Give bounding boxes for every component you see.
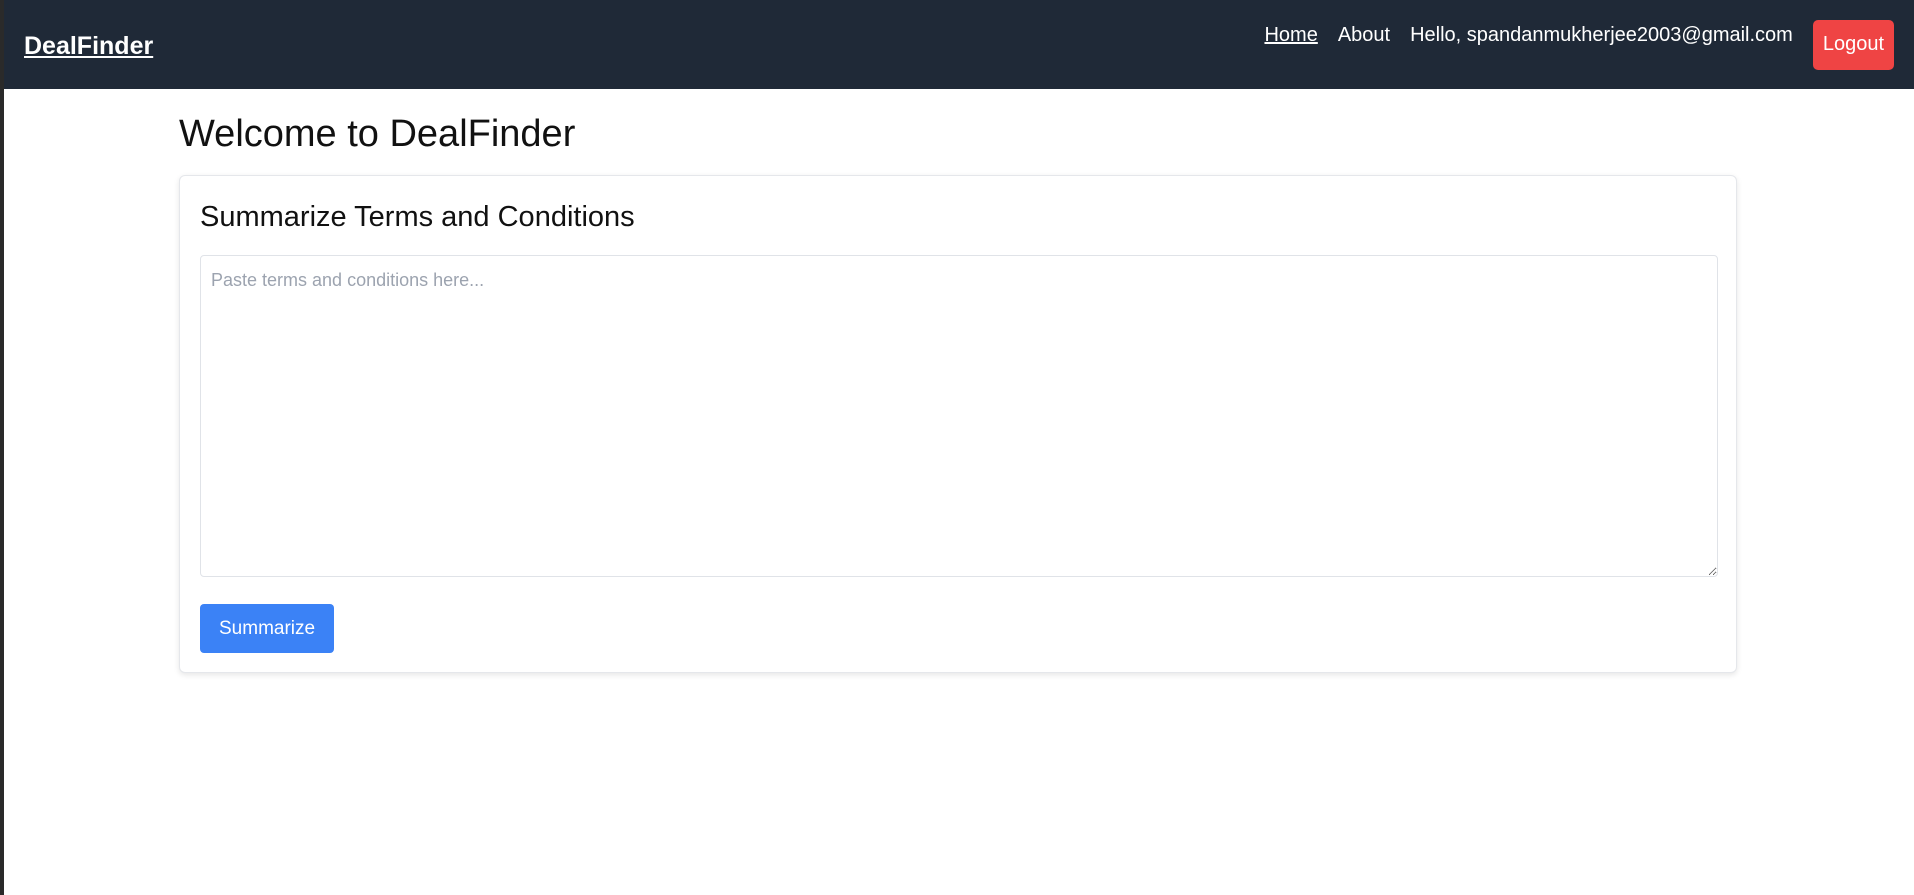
logout-button[interactable]: Logout — [1812, 19, 1894, 70]
nav-link-home[interactable]: Home — [1264, 22, 1317, 48]
card-title: Summarize Terms and Conditions — [200, 201, 635, 233]
brand-logo-link[interactable]: DealFinder — [24, 30, 153, 62]
navbar-right: Home About Hello, spandanmukherjee2003@g… — [1264, 0, 1914, 89]
user-greeting: Hello, spandanmukherjee2003@gmail.com — [1410, 23, 1793, 46]
summarize-card: Summarize Terms and Conditions Summarize — [179, 175, 1737, 673]
browser-viewport: DealFinder Home About Hello, spandanmukh… — [4, 0, 1914, 895]
nav-link-about[interactable]: About — [1338, 22, 1390, 48]
page-title: Welcome to DealFinder — [179, 113, 576, 155]
terms-textarea[interactable] — [200, 255, 1718, 577]
top-navbar: DealFinder Home About Hello, spandanmukh… — [4, 0, 1914, 89]
summarize-button[interactable]: Summarize — [200, 604, 335, 653]
